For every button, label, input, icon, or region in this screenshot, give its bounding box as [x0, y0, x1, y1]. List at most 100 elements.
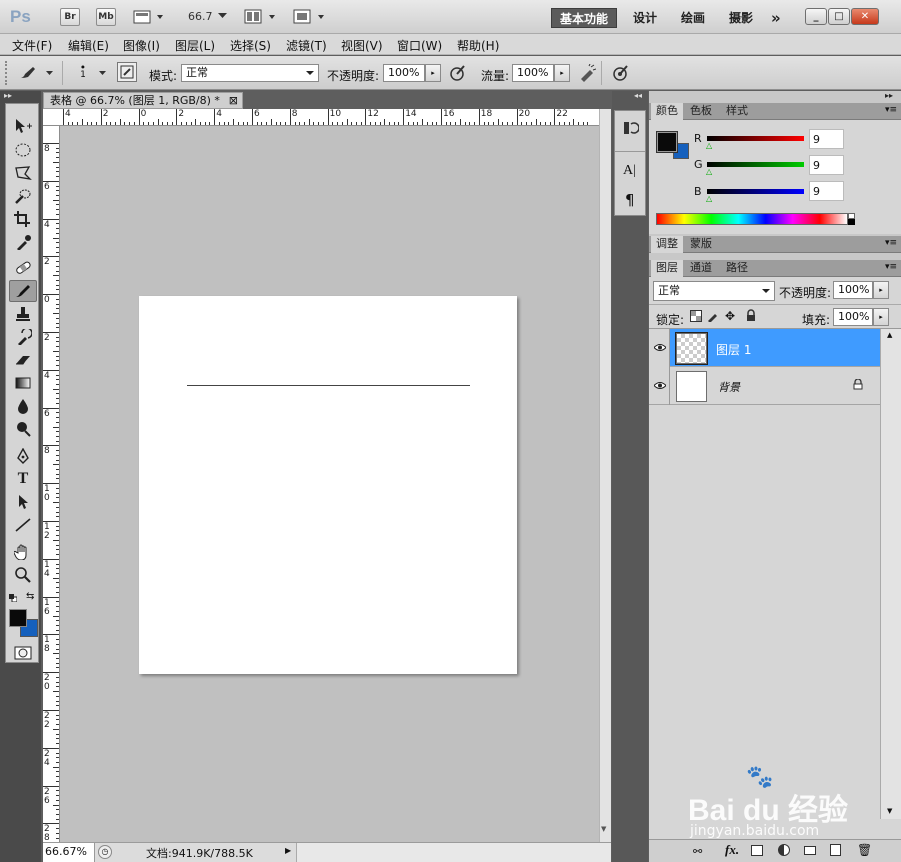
pen-tool[interactable] [9, 445, 37, 467]
tool-preset-button[interactable] [18, 63, 38, 83]
layer-opacity-slider-button[interactable]: ▸ [873, 281, 889, 299]
status-menu-arrow-icon[interactable]: ▶ [285, 846, 291, 855]
lock-position-button[interactable]: ✥ [725, 309, 735, 323]
clone-stamp-tool[interactable] [9, 303, 37, 325]
blue-slider[interactable] [707, 189, 804, 194]
green-value-field[interactable]: 9 [809, 155, 844, 175]
character-panel-button[interactable]: A| [623, 163, 636, 179]
default-colors-button[interactable] [9, 592, 18, 603]
layer-row[interactable]: 图层 1 [649, 329, 880, 367]
black-swatch[interactable] [848, 219, 855, 225]
airbrush-button[interactable] [577, 63, 597, 83]
line-tool[interactable] [9, 514, 37, 536]
options-grip[interactable] [5, 61, 8, 85]
panel-menu-icon[interactable]: ▾≡ [885, 262, 897, 272]
eraser-tool[interactable] [9, 349, 37, 371]
horizontal-scrollbar[interactable] [296, 843, 611, 862]
screen-mode-button[interactable] [293, 9, 329, 25]
tab-masks[interactable]: 蒙版 [685, 236, 717, 253]
history-brush-tool[interactable] [9, 326, 37, 348]
swap-colors-button[interactable]: ⇆ [26, 591, 34, 602]
blue-slider-thumb[interactable]: △ [706, 194, 712, 203]
path-selection-tool[interactable] [9, 491, 37, 513]
more-workspaces-button[interactable]: » [771, 8, 781, 28]
maximize-button[interactable]: □ [828, 8, 850, 25]
size-pressure-button[interactable] [611, 63, 631, 83]
red-slider[interactable] [707, 136, 804, 141]
panel-menu-icon[interactable]: ▾≡ [885, 105, 897, 115]
link-layers-icon[interactable]: ⚯ [693, 845, 702, 858]
healing-brush-tool[interactable] [9, 257, 37, 279]
flow-field[interactable]: 100% [512, 64, 554, 82]
document-tab[interactable]: 表格 @ 66.7% (图层 1, RGB/8) * ⊠ [43, 92, 243, 109]
marquee-tool[interactable] [9, 139, 37, 161]
lock-pixels-button[interactable] [707, 310, 719, 323]
zoom-level[interactable]: 66.7 [188, 10, 213, 23]
menu-filter[interactable]: 滤镜(T) [286, 37, 327, 54]
green-slider-thumb[interactable]: △ [706, 167, 712, 176]
opacity-slider-button[interactable]: ▸ [425, 64, 441, 82]
chevron-down-icon[interactable] [99, 71, 106, 76]
mini-bridge-button[interactable]: Mb [96, 8, 116, 26]
crop-tool[interactable] [9, 208, 37, 230]
document-canvas[interactable] [139, 296, 517, 674]
menu-edit[interactable]: 编辑(E) [68, 37, 109, 54]
close-button[interactable]: ✕ [851, 8, 879, 25]
type-tool[interactable]: T [9, 468, 37, 490]
visibility-toggle[interactable] [649, 367, 670, 405]
opacity-field[interactable]: 100% [383, 64, 425, 82]
new-group-icon[interactable] [804, 846, 816, 855]
red-value-field[interactable]: 9 [809, 129, 844, 149]
collapse-panels-icon[interactable]: ▸▸ [885, 91, 893, 100]
zoom-tool[interactable] [9, 564, 37, 586]
green-slider[interactable] [707, 162, 804, 167]
close-tab-icon[interactable]: ⊠ [229, 93, 238, 108]
layer-row[interactable]: 背景 [649, 367, 880, 405]
blur-tool[interactable] [9, 395, 37, 417]
layers-scrollbar[interactable]: ▲ ▼ [880, 329, 901, 819]
menu-window[interactable]: 窗口(W) [397, 37, 442, 54]
brush-size-picker[interactable]: ● 1 [79, 64, 87, 84]
add-mask-icon[interactable] [751, 845, 763, 856]
quick-selection-tool[interactable] [9, 185, 37, 207]
tab-swatches[interactable]: 色板 [685, 103, 717, 120]
menu-select[interactable]: 选择(S) [230, 37, 271, 54]
brush-panel-toggle[interactable] [117, 62, 137, 82]
fill-field[interactable]: 100% [833, 308, 873, 326]
layer-opacity-field[interactable]: 100% [833, 281, 873, 299]
menu-image[interactable]: 图像(I) [123, 37, 160, 54]
collapse-tools-icon[interactable]: ▸▸ [4, 91, 12, 100]
blue-value-field[interactable]: 9 [809, 181, 844, 201]
new-layer-icon[interactable] [830, 844, 841, 856]
status-zoom[interactable]: 66.67% [43, 843, 95, 862]
mode-select[interactable]: 正常 [181, 64, 319, 82]
scroll-down-icon[interactable]: ▼ [601, 825, 606, 833]
workspace-photography[interactable]: 摄影 [729, 8, 753, 28]
menu-view[interactable]: 视图(V) [341, 37, 383, 54]
workspace-painting[interactable]: 绘画 [681, 8, 705, 28]
visibility-toggle[interactable] [649, 329, 670, 367]
tab-layers[interactable]: 图层 [651, 260, 683, 277]
tab-color[interactable]: 颜色 [651, 103, 683, 120]
panel-foreground-swatch[interactable] [656, 131, 678, 153]
expand-panels-icon[interactable]: ◂◂ [634, 91, 642, 100]
eyedropper-tool[interactable] [9, 231, 37, 253]
brush-tool[interactable] [9, 280, 37, 302]
panel-menu-icon[interactable]: ▾≡ [885, 238, 897, 248]
tab-adjustments[interactable]: 调整 [651, 236, 683, 253]
bridge-button[interactable]: Br [60, 8, 80, 26]
red-slider-thumb[interactable]: △ [706, 141, 712, 150]
chevron-down-icon[interactable] [46, 71, 53, 76]
tab-paths[interactable]: 路径 [721, 260, 753, 277]
gradient-tool[interactable] [9, 372, 37, 394]
move-tool[interactable] [9, 115, 37, 137]
adjustment-layer-icon[interactable] [778, 844, 790, 856]
view-extras-button[interactable] [133, 9, 167, 25]
fill-slider-button[interactable]: ▸ [873, 308, 889, 326]
lock-all-button[interactable] [745, 309, 757, 321]
tab-channels[interactable]: 通道 [685, 260, 717, 277]
delete-layer-icon[interactable]: 🗑 [857, 843, 872, 857]
quick-mask-button[interactable] [9, 642, 37, 664]
layer-name[interactable]: 图层 1 [716, 341, 751, 358]
history-panel-button[interactable] [621, 119, 640, 137]
